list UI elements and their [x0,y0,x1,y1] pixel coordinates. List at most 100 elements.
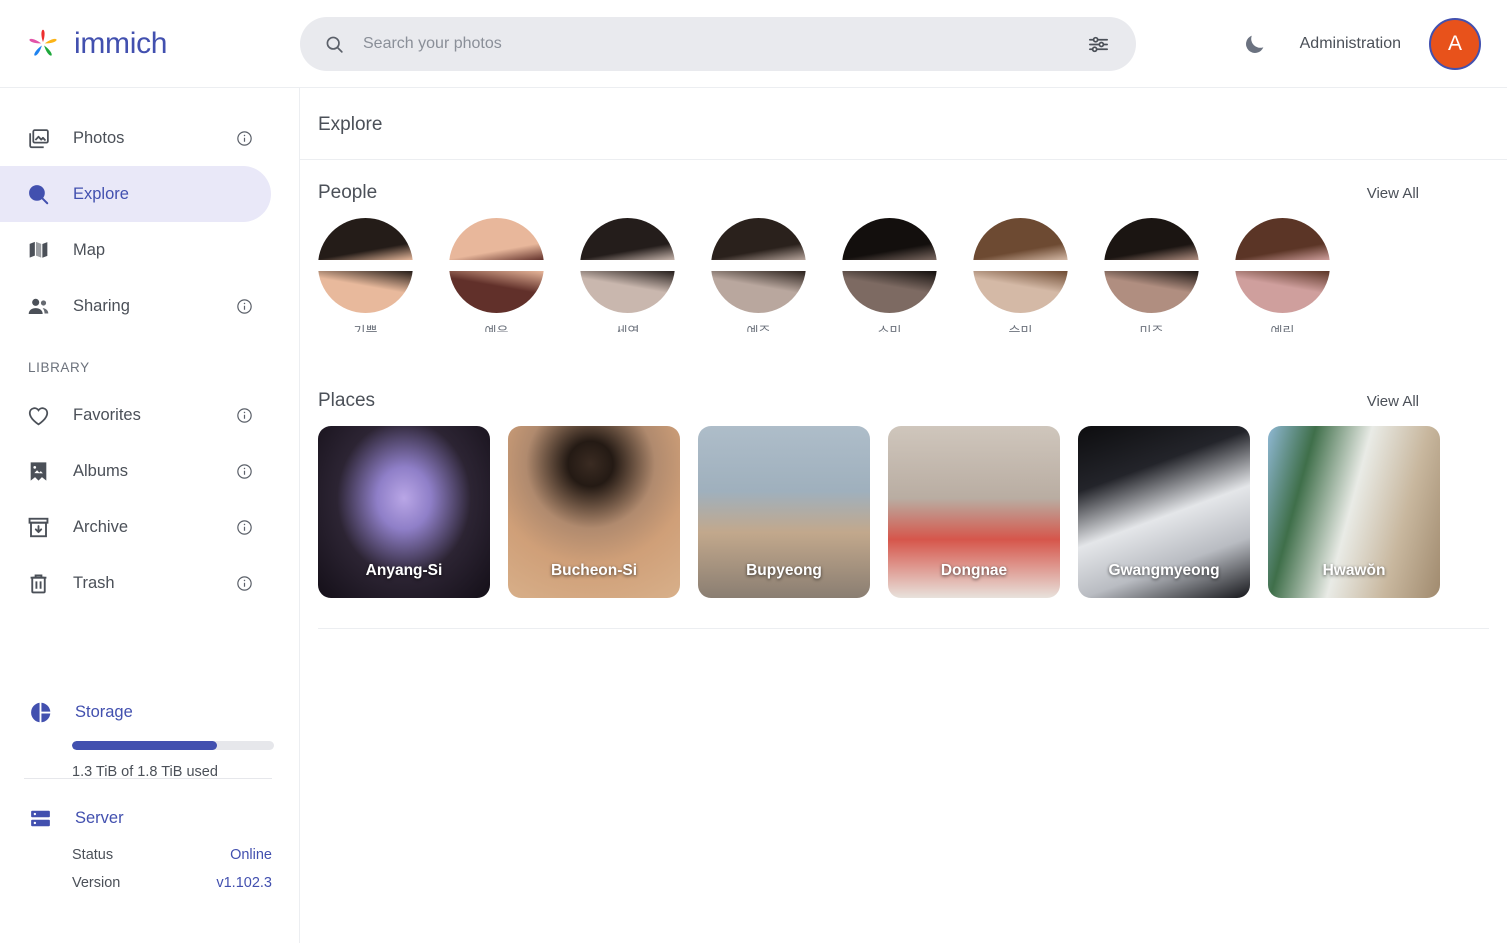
server-status-row: Status Online [72,847,272,863]
library-section-label: LIBRARY [28,360,90,375]
sidebar-item-photos[interactable]: Photos [0,110,271,166]
avatar-hair [1235,218,1330,260]
person-avatar[interactable] [711,218,806,313]
person-name: 예주 [746,324,771,332]
sidebar-item-trash[interactable]: Trash [0,555,271,611]
search-filter-button[interactable] [1087,33,1110,56]
server-status-label: Status [72,847,114,863]
storage-progress-fill [72,741,218,750]
place-tile[interactable]: Bucheon-Si [508,426,680,598]
avatar-hair [842,218,937,260]
server-icon [28,806,53,831]
place-name: Gwangmyeong [1108,562,1220,579]
avatar-chin [449,271,544,313]
server-version-value: v1.102.3 [216,875,272,891]
person-tile[interactable]: 기쁨 [318,218,413,368]
people-section-header: People View All [300,160,1507,204]
main-content: Explore People View All 기쁨 예은 세영 예주 소민 승민 미주 예린… [300,88,1507,943]
places-view-all-link[interactable]: View All [1367,393,1419,410]
avatar-hair [580,218,675,260]
map-icon [26,238,51,263]
search-input[interactable] [363,35,1069,53]
administration-link[interactable]: Administration [1300,35,1401,53]
search-icon [324,34,345,55]
info-icon[interactable] [236,130,253,147]
person-avatar[interactable] [973,218,1068,313]
sidebar-divider [24,778,272,779]
sidebar: Photos Explore Map Sharing LIBRARY Favor… [0,88,300,943]
person-name: 기쁨 [353,324,378,332]
person-tile[interactable]: 승민 [973,218,1068,368]
places-section-title: Places [318,390,376,411]
info-icon[interactable] [236,519,253,536]
person-avatar[interactable] [1235,218,1330,313]
sidebar-item-explore[interactable]: Explore [0,166,271,222]
sidebar-item-favorites[interactable]: Favorites [0,387,271,443]
person-avatar[interactable] [842,218,937,313]
avatar-chin [580,271,675,313]
sidebar-item-sharing[interactable]: Sharing [0,278,271,334]
info-icon[interactable] [236,463,253,480]
theme-toggle-button[interactable] [1238,27,1272,61]
server-status-value: Online [230,847,272,863]
brand-name: immich [74,26,168,60]
person-avatar[interactable] [449,218,544,313]
person-tile[interactable]: 소민 [842,218,937,368]
page-title: Explore [318,114,383,135]
people-section-title: People [318,182,378,203]
person-avatar[interactable] [580,218,675,313]
sidebar-item-map[interactable]: Map [0,222,271,278]
place-tile[interactable]: Gwangmyeong [1078,426,1250,598]
person-tile[interactable]: 예린 [1235,218,1330,368]
search-bar[interactable] [300,17,1136,71]
avatar-chin [1104,271,1199,313]
avatar-hair [449,218,544,260]
people-row: 기쁨 예은 세영 예주 소민 승민 미주 예린 [300,218,1507,368]
sidebar-item-albums[interactable]: Albums [0,443,271,499]
sidebar-item-archive[interactable]: Archive [0,499,271,555]
server-title[interactable]: Server [75,809,124,828]
search-icon [26,182,51,207]
info-icon[interactable] [236,298,253,315]
sidebar-item-label: Albums [73,461,129,480]
storage-title[interactable]: Storage [75,703,133,722]
person-avatar[interactable] [318,218,413,313]
album-icon [26,459,51,484]
place-tile[interactable]: Hwawŏn [1268,426,1440,598]
server-version-row: Version v1.102.3 [72,875,272,891]
sidebar-item-label: Explore [73,184,129,203]
info-icon[interactable] [236,575,253,592]
place-tile[interactable]: Anyang-Si [318,426,490,598]
avatar[interactable]: A [1429,18,1481,70]
sidebar-item-label: Photos [73,128,125,147]
photos-icon [26,126,51,151]
heart-icon [26,403,51,428]
storage-pie-icon [28,700,53,725]
place-tile[interactable]: Dongnae [888,426,1060,598]
server-version-label: Version [72,875,121,891]
person-tile[interactable]: 세영 [580,218,675,368]
places-bottom-divider [318,628,1489,629]
person-name: 예린 [1270,324,1295,332]
person-avatar[interactable] [1104,218,1199,313]
avatar-chin [973,271,1068,313]
sidebar-item-label: Favorites [73,405,141,424]
moon-icon [1242,32,1267,57]
storage-progress-bar [72,741,274,750]
person-name: 세영 [615,324,640,332]
sidebar-item-label: Sharing [73,296,130,315]
archive-icon [26,515,51,540]
person-tile[interactable]: 예은 [449,218,544,368]
places-row: Anyang-Si Bucheon-Si Bupyeong Dongnae Gwangm… [300,426,1507,598]
server-section: Server Status Online Version v1.102.3 [0,806,300,891]
person-tile[interactable]: 예주 [711,218,806,368]
info-icon[interactable] [236,407,253,424]
avatar-hair [711,218,806,260]
place-tile[interactable]: Bupyeong [698,426,870,598]
brand[interactable]: immich [0,23,300,65]
person-tile[interactable]: 미주 [1104,218,1199,368]
place-name: Bucheon-Si [550,562,638,579]
places-section-header: Places View All [300,368,1507,412]
people-view-all-link[interactable]: View All [1367,185,1419,202]
avatar-chin [711,271,806,313]
